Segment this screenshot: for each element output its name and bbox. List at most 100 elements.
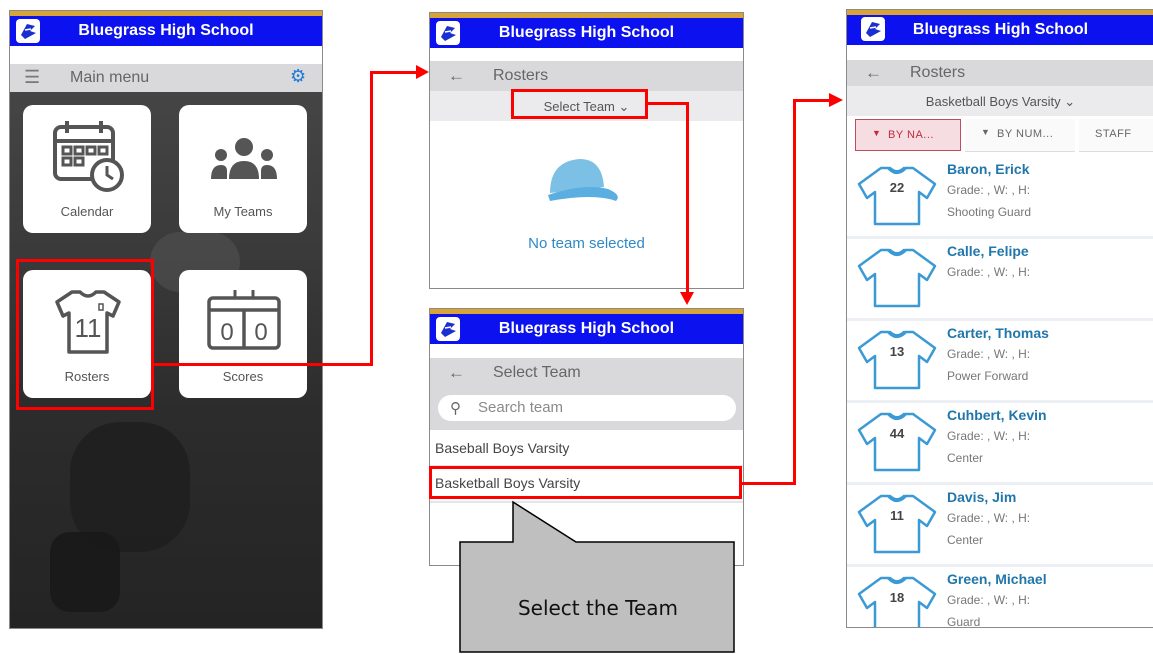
player-number: 13 bbox=[889, 344, 905, 359]
player-row[interactable]: Calle, Felipe Grade: , W: , H: bbox=[847, 238, 1153, 321]
team-name: Baseball Boys Varsity bbox=[435, 440, 570, 456]
search-icon: ⚲ bbox=[450, 400, 461, 417]
tab-label: BY NUM... bbox=[997, 128, 1054, 140]
search-row: ⚲ Search team bbox=[430, 388, 743, 430]
connector-line bbox=[793, 99, 796, 485]
app-bar: Bluegrass High School bbox=[847, 15, 1153, 45]
my-teams-tile[interactable]: My Teams bbox=[179, 105, 307, 233]
team-list-item[interactable]: Baseball Boys Varsity bbox=[430, 431, 743, 467]
jersey-icon bbox=[857, 248, 937, 308]
tab-staff[interactable]: STAFF bbox=[1079, 119, 1153, 152]
arrow-head-icon bbox=[680, 292, 694, 305]
player-row[interactable]: 44 Cuhbert, Kevin Grade: , W: , H: Center bbox=[847, 402, 1153, 485]
player-meta: Grade: , W: , H: bbox=[947, 265, 1031, 279]
search-input[interactable]: ⚲ Search team bbox=[438, 395, 736, 421]
calendar-tile-label: Calendar bbox=[60, 204, 114, 219]
jersey-icon bbox=[857, 330, 937, 390]
player-position: Center bbox=[947, 533, 984, 547]
callout-text: Select the Team bbox=[517, 596, 679, 620]
app-title: Bluegrass High School bbox=[498, 24, 675, 41]
app-title: Bluegrass High School bbox=[912, 21, 1089, 38]
scoreboard-icon: 0 0 bbox=[207, 290, 281, 350]
search-placeholder: Search team bbox=[478, 399, 564, 416]
player-row[interactable]: 13 Carter, Thomas Grade: , W: , H: Power Fo… bbox=[847, 320, 1153, 403]
connector-line bbox=[742, 482, 796, 485]
scores-tile[interactable]: 0 0 Scores bbox=[179, 270, 307, 398]
tab-by-name[interactable]: ▼ BY NA... bbox=[855, 119, 961, 151]
callout-bubble bbox=[459, 500, 735, 653]
rosters-bar: ← Rosters bbox=[847, 60, 1153, 86]
score-right: 0 bbox=[254, 319, 267, 346]
app-title: Bluegrass High School bbox=[498, 320, 675, 337]
my-teams-tile-label: My Teams bbox=[213, 204, 273, 219]
tab-label: BY NA... bbox=[888, 129, 934, 141]
scores-tile-label: Scores bbox=[222, 369, 264, 384]
player-list: 22 Baron, Erick Grade: , W: , H: Shooting G… bbox=[847, 156, 1153, 627]
app-bar: Bluegrass High School bbox=[10, 16, 322, 46]
player-name: Green, Michael bbox=[947, 571, 1047, 587]
rosters-highlight bbox=[16, 259, 154, 410]
calendar-icon bbox=[53, 121, 124, 192]
sort-tabs: ▼ BY NA... ▼ BY NUM... STAFF bbox=[847, 116, 1153, 156]
player-number: 18 bbox=[889, 590, 905, 605]
player-meta: Grade: , W: , H: bbox=[947, 593, 1031, 607]
rosters-bar: ← Rosters bbox=[430, 61, 743, 91]
player-meta: Grade: , W: , H: bbox=[947, 429, 1031, 443]
jersey-icon bbox=[857, 166, 937, 226]
player-position: Shooting Guard bbox=[947, 205, 1032, 219]
player-row[interactable]: 18 Green, Michael Grade: , W: , H: Guard bbox=[847, 566, 1153, 627]
player-number: 11 bbox=[890, 508, 904, 523]
score-left: 0 bbox=[220, 319, 233, 346]
back-arrow-icon[interactable]: ← bbox=[448, 363, 465, 383]
player-name: Carter, Thomas bbox=[947, 325, 1049, 341]
connector-line bbox=[793, 99, 831, 102]
tab-by-number[interactable]: ▼ BY NUM... bbox=[965, 119, 1075, 152]
team-dropdown[interactable]: Basketball Boys Varsity ⌄ bbox=[847, 94, 1153, 110]
team-icon bbox=[211, 138, 277, 179]
team-dropdown-label: Basketball Boys Varsity bbox=[925, 94, 1061, 109]
player-row[interactable]: 11 Davis, Jim Grade: , W: , H: Center bbox=[847, 484, 1153, 567]
team-selector-bar: Basketball Boys Varsity ⌄ bbox=[847, 86, 1153, 116]
rosters-empty-screen: Bluegrass High School ← Rosters Select T… bbox=[429, 12, 744, 289]
player-meta: Grade: , W: , H: bbox=[947, 511, 1031, 525]
arrow-head-icon bbox=[416, 65, 429, 79]
chevron-down-icon: ⌄ bbox=[1064, 94, 1076, 109]
player-meta: Grade: , W: , H: bbox=[947, 347, 1031, 361]
player-meta: Grade: , W: , H: bbox=[947, 183, 1031, 197]
main-menu-title: Main menu bbox=[70, 69, 150, 86]
jersey-icon bbox=[857, 494, 937, 554]
select-team-highlight bbox=[511, 89, 648, 119]
player-name: Baron, Erick bbox=[947, 161, 1030, 177]
player-position: Guard bbox=[947, 615, 981, 627]
select-team-title-bar: ← Select Team bbox=[430, 358, 743, 388]
app-bar: Bluegrass High School bbox=[430, 314, 743, 344]
player-position: Center bbox=[947, 451, 984, 465]
player-row[interactable]: 22 Baron, Erick Grade: , W: , H: Shooting G… bbox=[847, 156, 1153, 239]
gear-icon[interactable]: ⚙ bbox=[290, 66, 306, 87]
player-name: Cuhbert, Kevin bbox=[947, 407, 1047, 423]
rosters-title: Rosters bbox=[493, 67, 549, 84]
rosters-title: Rosters bbox=[910, 64, 966, 81]
player-position: Power Forward bbox=[947, 369, 1029, 383]
app-title: Bluegrass High School bbox=[78, 22, 254, 39]
jersey-icon bbox=[857, 412, 937, 472]
connector-line bbox=[370, 71, 418, 74]
caret-down-icon: ▼ bbox=[872, 128, 881, 138]
main-menu-bar: ☰ Main menu ⚙ bbox=[10, 64, 322, 92]
connector-line bbox=[686, 102, 689, 294]
calendar-tile[interactable]: Calendar bbox=[23, 105, 151, 233]
tab-label: STAFF bbox=[1095, 128, 1132, 140]
select-team-title: Select Team bbox=[493, 364, 581, 381]
hamburger-menu-icon[interactable]: ☰ bbox=[24, 67, 40, 88]
connector-line bbox=[648, 102, 689, 105]
back-arrow-icon[interactable]: ← bbox=[448, 66, 465, 86]
arrow-head-icon bbox=[829, 93, 843, 107]
back-arrow-icon[interactable]: ← bbox=[865, 63, 882, 83]
app-bar: Bluegrass High School bbox=[430, 18, 743, 48]
caret-down-icon: ▼ bbox=[981, 127, 990, 137]
connector-line bbox=[154, 363, 372, 366]
cap-icon bbox=[548, 159, 618, 201]
roster-list-screen: Bluegrass High School ← Rosters Basketba… bbox=[846, 9, 1153, 628]
player-name: Davis, Jim bbox=[947, 489, 1017, 505]
player-number: 44 bbox=[889, 426, 905, 441]
